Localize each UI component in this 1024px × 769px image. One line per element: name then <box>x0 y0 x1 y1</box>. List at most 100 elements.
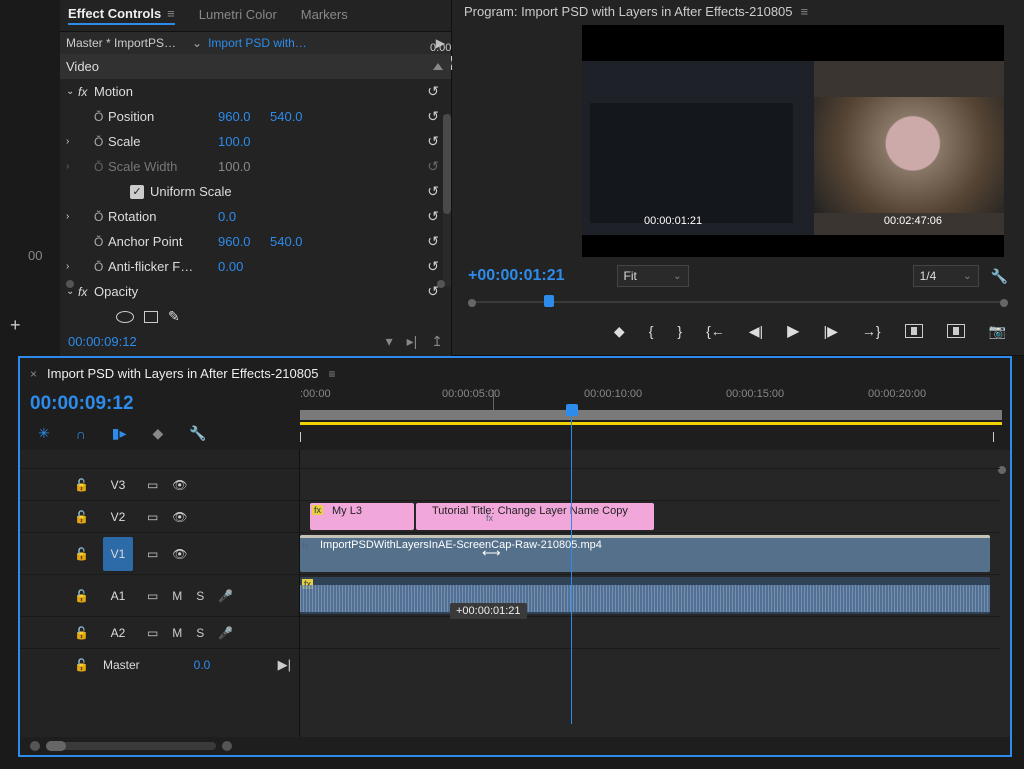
mute-icon[interactable]: M <box>172 589 182 603</box>
stopwatch-icon[interactable]: Ŏ <box>94 110 108 124</box>
panel-menu-icon[interactable]: ≡ <box>328 367 335 381</box>
scroll-dot[interactable] <box>66 280 74 288</box>
vertical-scrollbar[interactable] <box>443 114 451 287</box>
mute-icon[interactable]: M <box>172 626 182 640</box>
antiflicker-value[interactable]: 0.00 <box>218 259 270 274</box>
tab-lumetri-color[interactable]: Lumetri Color <box>199 5 277 24</box>
uniform-scale-row[interactable]: ✓ Uniform Scale ↺ <box>60 179 451 204</box>
toggle-sync-icon[interactable]: ▭ <box>147 589 158 603</box>
sequence-link[interactable]: Import PSD with… <box>208 36 430 50</box>
stopwatch-icon[interactable]: Ŏ <box>94 135 108 149</box>
linked-selection-icon[interactable]: ▮▸ <box>112 425 127 442</box>
stopwatch-icon[interactable]: Ŏ <box>94 210 108 224</box>
video-section[interactable]: Video <box>60 54 451 79</box>
position-x[interactable]: 960.0 <box>218 109 270 124</box>
clip-tutorial-title[interactable]: fxTutorial Title: Change Layer Name Copy <box>416 503 654 530</box>
anchor-y[interactable]: 540.0 <box>270 234 322 249</box>
track-v3-header[interactable]: 🔓 V3 ▭ 👁 <box>20 468 299 500</box>
lift-icon[interactable] <box>905 324 923 338</box>
reset-icon[interactable]: ↺ <box>415 83 451 100</box>
toggle-sync-icon[interactable]: ▭ <box>147 510 158 524</box>
sequence-name[interactable]: Import PSD with Layers in After Effects-… <box>47 366 318 381</box>
program-scrubber[interactable] <box>468 295 1008 311</box>
timeline-playhead[interactable] <box>566 404 578 416</box>
motion-row[interactable]: ⌄fx Motion ↺ <box>60 79 451 104</box>
go-to-in-icon[interactable]: {← <box>706 323 725 339</box>
mark-in-icon[interactable]: { <box>649 323 654 339</box>
settings-icon[interactable]: 🔧 <box>991 268 1008 285</box>
eye-icon[interactable]: 👁 <box>172 510 187 524</box>
track-master-header[interactable]: 🔓 Master 0.0 ▶| <box>20 648 299 680</box>
share-icon[interactable]: ↥ <box>431 333 443 350</box>
toggle-sync-icon[interactable]: ▭ <box>147 626 158 640</box>
ripple-edit-cursor: ⟷ <box>482 545 501 561</box>
lock-icon[interactable]: 🔓 <box>74 510 89 524</box>
ellipse-mask-icon[interactable] <box>116 311 134 323</box>
position-y[interactable]: 540.0 <box>270 109 322 124</box>
toggle-sync-icon[interactable]: ▭ <box>147 547 158 561</box>
add-icon[interactable]: + <box>10 315 21 336</box>
add-marker-icon[interactable]: ◆ <box>614 323 625 340</box>
go-to-out-icon[interactable]: →} <box>862 323 881 339</box>
extract-icon[interactable] <box>947 324 965 338</box>
timeline-zoom-scroll[interactable] <box>20 737 1010 755</box>
track-a2-header[interactable]: 🔓 A2 ▭ M S 🎤 <box>20 616 299 648</box>
eye-icon[interactable]: 👁 <box>172 547 187 561</box>
program-viewer[interactable]: 00:00:01:21 00:02:47:06 <box>582 25 1004 257</box>
track-a1-header[interactable]: 🔓 A1 ▭ M S 🎤 <box>20 574 299 616</box>
effect-controls-timecode[interactable]: 00:00:09:12 ▾ ▸| ↥ <box>60 327 451 356</box>
timeline-timecode[interactable]: 00:00:09:12 <box>30 393 300 415</box>
tab-markers[interactable]: Markers <box>301 5 348 24</box>
timeline-ruler[interactable]: :00:00 00:00:05:00 00:00:10:00 00:00:15:… <box>300 388 1010 420</box>
lock-icon[interactable]: 🔓 <box>74 547 89 561</box>
mark-out-icon[interactable]: } <box>677 323 682 339</box>
collapse-arrow-icon[interactable] <box>433 63 443 70</box>
clip-my-l3[interactable]: fxMy L3 <box>310 503 414 530</box>
stopwatch-icon[interactable]: Ŏ <box>94 260 108 274</box>
program-timecode[interactable]: +00:00:01:21 <box>468 267 565 285</box>
keyframe-filter-icon[interactable]: ▾ <box>386 333 393 350</box>
uniform-scale-checkbox[interactable]: ✓ <box>130 185 144 199</box>
lock-icon[interactable]: 🔓 <box>74 658 89 672</box>
pen-mask-icon[interactable]: ✎ <box>168 308 180 325</box>
go-to-end-icon[interactable]: ▶| <box>278 657 291 673</box>
tab-effect-controls[interactable]: Effect Controls≡ <box>68 4 175 25</box>
snap-icon[interactable]: ∩ <box>76 426 86 442</box>
eye-icon[interactable]: 👁 <box>172 478 187 492</box>
marker-icon[interactable]: ◆ <box>153 425 164 442</box>
mic-icon[interactable]: 🎤 <box>218 626 233 640</box>
stopwatch-icon[interactable]: Ŏ <box>94 235 108 249</box>
nest-icon[interactable]: ✳ <box>38 425 50 442</box>
export-frame-icon[interactable]: 📷 <box>989 323 1006 340</box>
solo-icon[interactable]: S <box>196 589 204 603</box>
anchor-x[interactable]: 960.0 <box>218 234 270 249</box>
clip-audio-a1[interactable]: fx <box>300 577 990 614</box>
rect-mask-icon[interactable] <box>144 311 158 323</box>
close-icon[interactable]: × <box>30 367 37 381</box>
rotation-value[interactable]: 0.0 <box>218 209 270 224</box>
panel-menu-icon[interactable]: ≡ <box>167 6 175 21</box>
solo-icon[interactable]: S <box>196 626 204 640</box>
resolution-dropdown[interactable]: 1/4⌄ <box>913 265 979 287</box>
keyframe-nav-icon[interactable]: ▸| <box>407 333 418 350</box>
master-gain[interactable]: 0.0 <box>194 658 211 672</box>
play-icon[interactable]: ▶ <box>787 321 799 341</box>
mic-icon[interactable]: 🎤 <box>218 589 233 603</box>
settings-icon[interactable]: 🔧 <box>189 425 206 442</box>
chevron-down-icon[interactable]: ⌄ <box>192 36 202 50</box>
scale-width-row: › Ŏ Scale Width 100.0 ↺ <box>60 154 451 179</box>
zoom-dropdown[interactable]: Fit⌄ <box>617 265 689 287</box>
program-playhead[interactable] <box>544 295 554 307</box>
lock-icon[interactable]: 🔓 <box>74 589 89 603</box>
toggle-sync-icon[interactable]: ▭ <box>147 478 158 492</box>
scroll-dot[interactable] <box>437 280 445 288</box>
step-forward-icon[interactable]: |▶ <box>823 323 837 340</box>
scale-value[interactable]: 100.0 <box>218 134 270 149</box>
lock-icon[interactable]: 🔓 <box>74 626 89 640</box>
lock-icon[interactable]: 🔓 <box>74 478 89 492</box>
clip-video[interactable]: fxImportPSDWithLayersInAE-ScreenCap-Raw-… <box>300 535 990 572</box>
track-v1-header[interactable]: 🔓 V1 ▭ 👁 <box>20 532 299 574</box>
step-back-icon[interactable]: ◀| <box>749 323 763 340</box>
track-v2-header[interactable]: 🔓 V2 ▭ 👁 <box>20 500 299 532</box>
panel-menu-icon[interactable]: ≡ <box>801 4 809 19</box>
